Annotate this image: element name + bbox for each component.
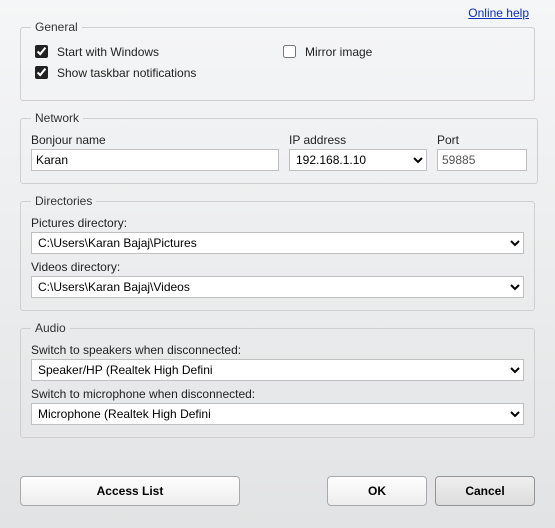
button-bar: Access List OK Cancel — [20, 476, 535, 506]
general-legend: General — [31, 20, 82, 34]
network-legend: Network — [31, 111, 83, 125]
directories-group: Directories Pictures directory: C:\Users… — [20, 194, 535, 311]
bonjour-name-label: Bonjour name — [31, 133, 279, 147]
bonjour-name-input[interactable] — [31, 149, 279, 171]
cancel-button[interactable]: Cancel — [435, 476, 535, 506]
access-list-button[interactable]: Access List — [20, 476, 240, 506]
videos-dir-select[interactable]: C:\Users\Karan Bajaj\Videos — [31, 276, 524, 298]
port-input — [437, 149, 527, 171]
general-group: General Start with Windows Mirror image … — [20, 20, 535, 101]
speakers-select[interactable]: Speaker/HP (Realtek High Defini — [31, 359, 524, 381]
ip-address-select[interactable]: 192.168.1.10 — [289, 149, 427, 171]
port-label: Port — [437, 133, 527, 147]
audio-legend: Audio — [31, 321, 70, 335]
start-with-windows-label: Start with Windows — [57, 45, 159, 59]
pictures-dir-select[interactable]: C:\Users\Karan Bajaj\Pictures — [31, 232, 524, 254]
audio-group: Audio Switch to speakers when disconnect… — [20, 321, 535, 438]
videos-dir-label: Videos directory: — [31, 260, 524, 274]
microphone-select[interactable]: Microphone (Realtek High Defini — [31, 403, 524, 425]
network-group: Network Bonjour name IP address 192.168.… — [20, 111, 538, 184]
pictures-dir-label: Pictures directory: — [31, 216, 524, 230]
microphone-label: Switch to microphone when disconnected: — [31, 387, 524, 401]
start-with-windows-checkbox[interactable] — [35, 45, 48, 58]
ip-address-label: IP address — [289, 133, 427, 147]
directories-legend: Directories — [31, 194, 96, 208]
taskbar-notifications-checkbox[interactable] — [35, 66, 48, 79]
speakers-label: Switch to speakers when disconnected: — [31, 343, 524, 357]
mirror-image-label: Mirror image — [305, 45, 372, 59]
mirror-image-checkbox[interactable] — [283, 45, 296, 58]
taskbar-notifications-label: Show taskbar notifications — [57, 66, 196, 80]
online-help-link[interactable]: Online help — [468, 6, 529, 20]
help-link-container: Online help — [20, 4, 535, 20]
ok-button[interactable]: OK — [327, 476, 427, 506]
